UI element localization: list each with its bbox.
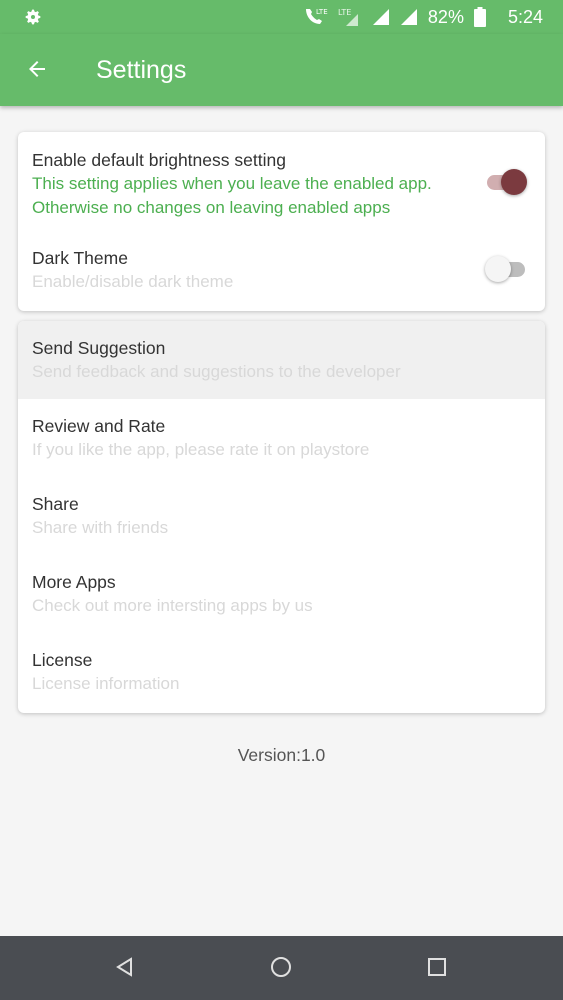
switch-thumb — [485, 256, 511, 282]
pref-title: Send Suggestion — [32, 338, 166, 358]
battery-percent: 82% — [427, 6, 464, 27]
back-triangle-icon — [114, 956, 136, 983]
pref-summary: License information — [32, 674, 180, 693]
home-circle-icon — [270, 956, 292, 983]
signal-icon-1 — [372, 8, 390, 26]
clock: 5:24 — [507, 6, 543, 27]
brightness-toggle[interactable] — [485, 168, 527, 196]
nav-home-button[interactable] — [266, 954, 296, 984]
pref-more-apps[interactable]: More Apps Check out more intersting apps… — [18, 555, 545, 633]
back-button[interactable] — [20, 54, 54, 88]
links-card: Send Suggestion Send feedback and sugges… — [18, 321, 545, 713]
pref-title: Dark Theme — [32, 248, 128, 268]
recents-square-icon — [427, 957, 447, 982]
pref-summary: This setting applies when you leave the … — [32, 174, 432, 193]
battery-icon — [473, 7, 486, 27]
settings-card: Enable default brightness setting This s… — [18, 132, 545, 311]
pref-send-suggestion[interactable]: Send Suggestion Send feedback and sugges… — [18, 321, 545, 399]
pref-title: Review and Rate — [32, 416, 166, 436]
pref-summary: Share with friends — [32, 518, 169, 537]
pref-title: License — [32, 650, 93, 670]
pref-summary: Send feedback and suggestions to the dev… — [32, 362, 401, 381]
switch-thumb — [501, 169, 527, 195]
pref-title: More Apps — [32, 572, 116, 592]
pref-title: Share — [32, 494, 79, 514]
pref-summary: Check out more intersting apps by us — [32, 596, 313, 615]
volte-call-icon: LTE — [302, 6, 328, 28]
system-nav-bar — [0, 936, 563, 1000]
app-bar: Settings — [0, 34, 563, 106]
svg-text:LTE: LTE — [316, 8, 328, 16]
svg-text:LTE: LTE — [338, 8, 351, 17]
version-label: Version:1.0 — [237, 745, 326, 765]
signal-icon-2 — [400, 8, 418, 26]
pref-review-and-rate[interactable]: Review and Rate If you like the app, ple… — [18, 399, 545, 477]
settings-gear-icon — [22, 6, 44, 28]
nav-recents-button[interactable] — [422, 954, 452, 984]
pref-dark-theme[interactable]: Dark Theme Enable/disable dark theme — [18, 230, 545, 311]
status-bar: LTE LTE 82% 5:24 — [0, 0, 563, 34]
dark-theme-toggle[interactable] — [485, 255, 527, 283]
pref-share[interactable]: Share Share with friends — [18, 477, 545, 555]
pref-summary: Enable/disable dark theme — [32, 272, 234, 291]
pref-license[interactable]: License License information — [18, 633, 545, 711]
pref-title: Enable default brightness setting — [32, 150, 286, 170]
lte-icon: LTE — [338, 6, 362, 28]
pref-summary: Otherwise no changes on leaving enabled … — [32, 198, 391, 217]
pref-summary: If you like the app, please rate it on p… — [32, 440, 370, 459]
arrow-left-icon — [25, 57, 49, 86]
pref-default-brightness[interactable]: Enable default brightness setting This s… — [18, 132, 545, 230]
page-title: Settings — [96, 56, 187, 84]
nav-back-button[interactable] — [110, 954, 140, 984]
